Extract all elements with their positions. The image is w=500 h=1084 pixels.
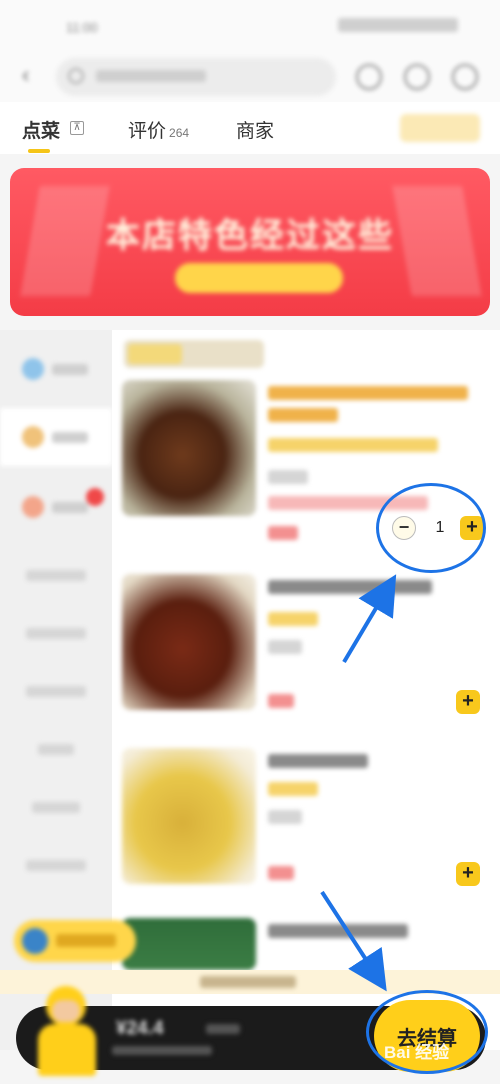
arrow-to-checkout (320, 890, 387, 992)
annotation-arrows (320, 574, 397, 992)
arrow-to-stepper (342, 574, 397, 664)
watermark-text: Bai 经验 (384, 1043, 450, 1062)
